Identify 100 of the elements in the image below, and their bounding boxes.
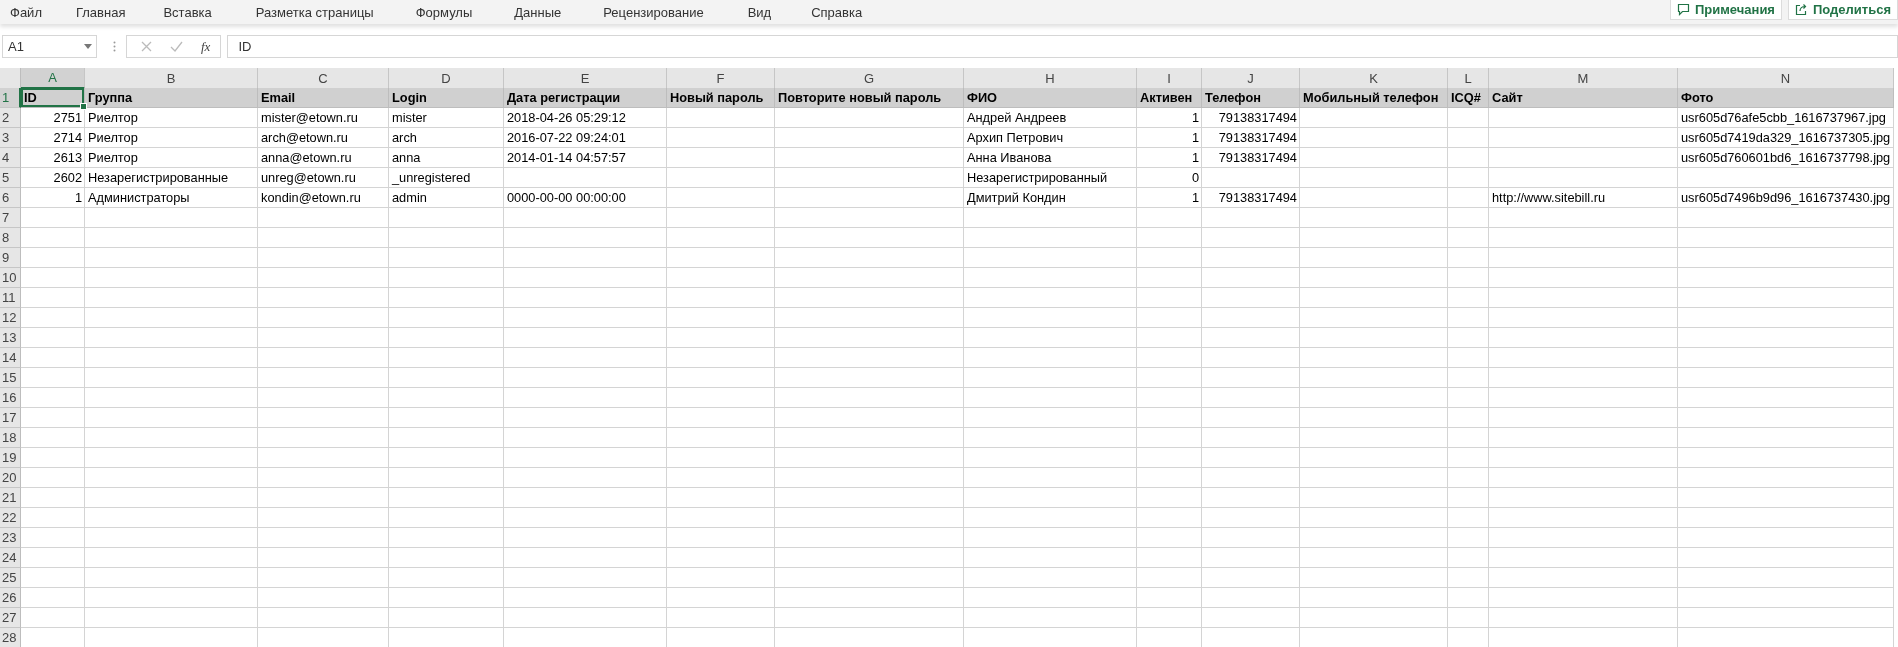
column-header[interactable]: D (389, 68, 504, 89)
column-title: Повторите новый пароль (778, 90, 942, 105)
select-all-corner[interactable] (0, 68, 21, 89)
row-header[interactable]: 19 (0, 448, 21, 468)
column-header[interactable]: J (1202, 68, 1300, 89)
column-header[interactable]: C (258, 68, 389, 89)
column-header[interactable]: I (1137, 68, 1202, 89)
table-cell: 2751 (53, 110, 82, 125)
column-title: Телефон (1205, 90, 1261, 105)
column-header[interactable]: G (775, 68, 964, 89)
row-header[interactable]: 2 (0, 108, 21, 128)
row-header[interactable]: 14 (0, 348, 21, 368)
table-cell: 2014-01-14 04:57:57 (507, 150, 626, 165)
row-header[interactable]: 20 (0, 468, 21, 488)
row-header[interactable]: 23 (0, 528, 21, 548)
row-header[interactable]: 26 (0, 588, 21, 608)
table-cell: 0 (1191, 170, 1199, 185)
ribbon-tab[interactable]: Файл (10, 1, 42, 23)
column-title: Новый пароль (670, 90, 764, 105)
table-cell: kondin@etown.ru (261, 190, 361, 205)
ribbon-tab[interactable]: Главная (75, 1, 126, 23)
column-header[interactable]: B (85, 68, 258, 89)
table-cell: Незарегистрированные (88, 170, 229, 185)
row-header[interactable]: 5 (0, 168, 21, 188)
ribbon-tab[interactable]: Формулы (415, 1, 473, 23)
row-header[interactable]: 25 (0, 568, 21, 588)
table-cell: 2018-04-26 05:29:12 (507, 110, 626, 125)
table-cell: Дмитрий Кондин (967, 190, 1066, 205)
column-header[interactable]: K (1300, 68, 1448, 89)
table-cell: 79138317494 (1218, 190, 1297, 205)
table-cell: Незарегистрированный (967, 170, 1108, 185)
table-cell: 0000-00-00 00:00:00 (507, 190, 626, 205)
check-icon[interactable] (170, 41, 183, 52)
row-header[interactable]: 21 (0, 488, 21, 508)
table-cell: admin (392, 190, 427, 205)
formula-input[interactable]: ID (227, 35, 1898, 58)
ribbon-tab[interactable]: Данные (514, 1, 562, 23)
row-header[interactable]: 3 (0, 128, 21, 148)
ribbon-tab[interactable]: Разметка страницы (255, 1, 374, 23)
row-header[interactable]: 24 (0, 548, 21, 568)
ribbon-tab[interactable]: Справка (811, 1, 863, 23)
ribbon-tab[interactable]: Вставка (163, 1, 212, 23)
column-title: ICQ# (1451, 90, 1481, 105)
table-cell: anna@etown.ru (261, 150, 352, 165)
fill-handle[interactable] (80, 103, 87, 110)
table-cell: 1 (1191, 190, 1199, 205)
row-header[interactable]: 10 (0, 268, 21, 288)
row-header[interactable]: 8 (0, 228, 21, 248)
table-cell: 2613 (53, 150, 82, 165)
name-box[interactable]: A1 (2, 35, 97, 58)
table-cell: unreg@etown.ru (261, 170, 356, 185)
table-cell: usr605d7419da329_1616737305.jpg (1681, 130, 1891, 145)
row-header[interactable]: 1 (0, 88, 21, 108)
table-cell: mister@etown.ru (261, 110, 358, 125)
column-header[interactable]: A (21, 68, 85, 89)
table-cell: http://www.sitebill.ru (1492, 190, 1606, 205)
table-cell: 1 (1191, 130, 1199, 145)
drag-handle-icon[interactable] (113, 41, 116, 52)
column-title: Login (392, 90, 427, 105)
row-header[interactable]: 7 (0, 208, 21, 228)
row-header[interactable]: 16 (0, 388, 21, 408)
share-button[interactable]: Поделиться (1787, 0, 1898, 20)
column-header[interactable]: F (667, 68, 775, 89)
ribbon-tab[interactable]: Рецензирование (603, 1, 704, 23)
row-header[interactable]: 12 (0, 308, 21, 328)
row-header[interactable]: 27 (0, 608, 21, 628)
cell-reference: A1 (8, 39, 24, 54)
row-header[interactable]: 13 (0, 328, 21, 348)
column-header[interactable]: E (504, 68, 667, 89)
column-title: ID (24, 90, 37, 105)
share-icon (1794, 3, 1808, 16)
column-header[interactable]: H (964, 68, 1137, 89)
row-header[interactable]: 15 (0, 368, 21, 388)
row-header[interactable]: 17 (0, 408, 21, 428)
row-header[interactable]: 9 (0, 248, 21, 268)
table-cell: arch (392, 130, 417, 145)
row-header[interactable]: 18 (0, 428, 21, 448)
cancel-icon[interactable] (141, 41, 152, 52)
row-header[interactable]: 4 (0, 148, 21, 168)
column-title: ФИО (967, 90, 998, 105)
table-cell: Анна Иванова (967, 150, 1052, 165)
row-header[interactable]: 11 (0, 288, 21, 308)
column-header[interactable]: N (1678, 68, 1894, 89)
column-header[interactable]: M (1489, 68, 1678, 89)
row-header[interactable]: 22 (0, 508, 21, 528)
table-cell: usr605d76afe5cbb_1616737967.jpg (1681, 110, 1886, 125)
row-header[interactable]: 6 (0, 188, 21, 208)
selected-cell[interactable]: ID (21, 88, 85, 108)
comments-button[interactable]: Примечания (1669, 0, 1782, 20)
table-cell: Администраторы (88, 190, 190, 205)
table-cell: Архип Петрович (967, 130, 1064, 145)
dropdown-caret-icon[interactable] (84, 44, 92, 49)
column-header[interactable]: L (1448, 68, 1489, 89)
column-title: Дата регистрации (507, 90, 621, 105)
column-title: Группа (88, 90, 133, 105)
ribbon-tab[interactable]: Вид (747, 1, 772, 23)
insert-function-button[interactable]: fx (201, 38, 211, 55)
row-header[interactable]: 28 (0, 628, 21, 647)
table-cell: 1 (74, 190, 82, 205)
column-title: Email (261, 90, 296, 105)
